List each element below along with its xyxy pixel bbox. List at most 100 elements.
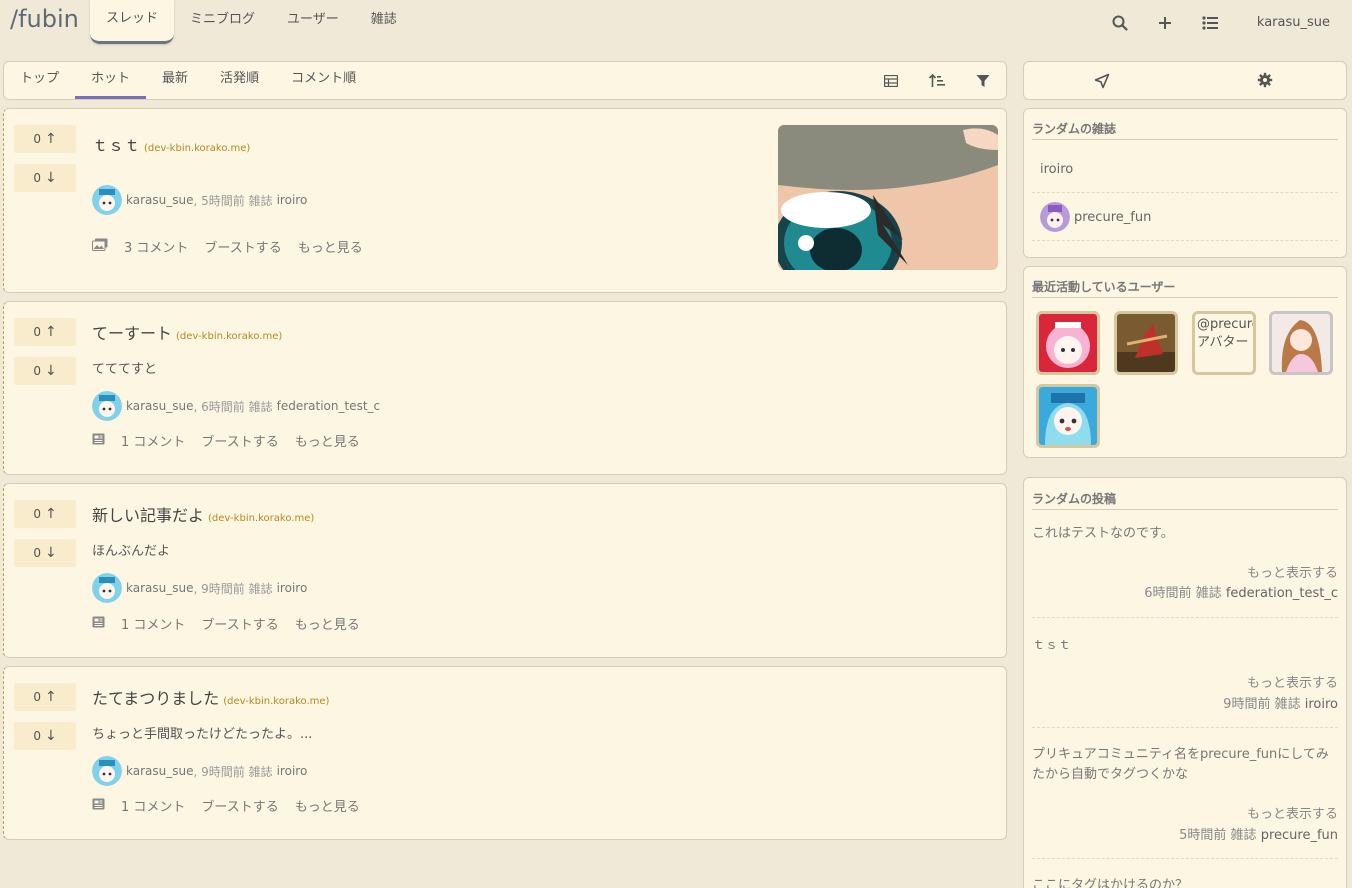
list-icon[interactable] [1188, 13, 1233, 32]
sort-tabs: トップ ホット 最新 活発順 コメント順 [4, 62, 1006, 99]
entry-magazine[interactable]: iroiro [277, 764, 308, 778]
sort-tab-commented[interactable]: コメント順 [275, 62, 372, 99]
magazine-item[interactable]: iroiro [1032, 147, 1338, 193]
boost-button[interactable]: ブーストする [201, 796, 278, 815]
nav-tab-magazines[interactable]: 雑誌 [355, 0, 413, 44]
nav-tab-users[interactable]: ユーザー [271, 0, 355, 44]
magazine-name[interactable]: precure_fun [1074, 210, 1151, 225]
magazine-avatar[interactable] [1040, 202, 1070, 232]
article-icon[interactable] [92, 616, 105, 632]
plus-icon[interactable] [1143, 13, 1188, 32]
post-time: 6時間前 [1144, 586, 1192, 601]
sort-tab-top[interactable]: トップ [4, 62, 75, 99]
filter-icon[interactable] [960, 73, 1006, 88]
search-icon[interactable] [1098, 13, 1143, 32]
boost-button[interactable]: ブーストする [204, 237, 281, 256]
post-magazine[interactable]: precure_fun [1261, 828, 1338, 843]
gear-icon[interactable] [1257, 72, 1277, 90]
user-avatar-tile-broken[interactable]: @precure アバター [1192, 311, 1256, 375]
more-button[interactable]: もっと見る [295, 796, 360, 815]
entry-title[interactable]: てーすート (dev-kbin.korako.me) [92, 320, 282, 344]
more-button[interactable]: もっと見る [295, 614, 360, 633]
user-avatar-tile[interactable] [1269, 311, 1333, 375]
post-time: 5時間前 [1179, 828, 1227, 843]
sort-tab-newest[interactable]: 最新 [146, 62, 204, 99]
arrow-down-icon: ↓ [44, 363, 57, 379]
boost-button[interactable]: ブーストする [201, 614, 278, 633]
comments-link[interactable]: 1 コメント [121, 431, 185, 450]
site-brand[interactable]: /fubin [10, 5, 79, 33]
entry-title[interactable]: 新しい記事だよ (dev-kbin.korako.me) [92, 502, 314, 526]
entry-magazine[interactable]: federation_test_c [277, 399, 381, 413]
table-icon[interactable] [868, 73, 914, 88]
entry-domain[interactable]: (dev-kbin.korako.me) [223, 696, 329, 707]
magazine-item[interactable]: precure_fun [1032, 194, 1338, 241]
user-avatar-tile[interactable] [1036, 311, 1100, 375]
avatar[interactable] [92, 185, 122, 215]
sort-tab-active[interactable]: 活発順 [204, 62, 275, 99]
entry-title[interactable]: たてまつりました (dev-kbin.korako.me) [92, 685, 329, 709]
post-text[interactable]: ここにタグはかけるのか？ [1032, 876, 1338, 888]
active-users-heading: 最近活動しているユーザー [1032, 278, 1338, 298]
user-avatar-tile[interactable] [1036, 384, 1100, 448]
entry-title[interactable]: ｔｓｔ (dev-kbin.korako.me) [92, 132, 250, 156]
nav-tab-microblog[interactable]: ミニブログ [174, 0, 271, 44]
avatar[interactable] [92, 756, 122, 786]
sort-tab-hot[interactable]: ホット [75, 62, 147, 99]
comments-link[interactable]: 3 コメント [124, 237, 188, 256]
entry-domain[interactable]: (dev-kbin.korako.me) [144, 143, 250, 154]
entry-meta: karasu_sue , 5時間前 雑誌 iroiro [92, 185, 307, 215]
post-magazine[interactable]: iroiro [1305, 697, 1338, 712]
divider [1032, 617, 1338, 618]
show-more-link[interactable]: もっと表示する [1247, 562, 1338, 581]
downvote-button[interactable]: 0 ↓ [14, 722, 76, 750]
entry-author[interactable]: karasu_sue [126, 581, 193, 595]
show-more-link[interactable]: もっと表示する [1247, 672, 1338, 691]
entry-thumbnail[interactable] [778, 125, 998, 270]
entry-actions: 1 コメント ブーストする もっと見る [92, 431, 376, 450]
article-icon[interactable] [92, 798, 105, 814]
user-avatar-tile[interactable] [1114, 311, 1178, 375]
post-text[interactable]: これはテストなのです。 [1032, 524, 1338, 544]
show-more-link[interactable]: もっと表示する [1247, 803, 1338, 822]
entry-author[interactable]: karasu_sue [126, 399, 193, 413]
sort-options-bar: トップ ホット 最新 活発順 コメント順 [3, 61, 1007, 100]
user-menu-link[interactable]: karasu_sue [1245, 15, 1342, 30]
sidebar-toolbar [1023, 61, 1347, 100]
entry-domain[interactable]: (dev-kbin.korako.me) [176, 331, 282, 342]
more-button[interactable]: もっと見る [298, 237, 363, 256]
downvote-button[interactable]: 0 ↓ [14, 164, 76, 192]
avatar[interactable] [92, 391, 122, 421]
send-icon[interactable] [1094, 73, 1114, 89]
post-magazine[interactable]: federation_test_c [1226, 586, 1338, 601]
more-button[interactable]: もっと見る [295, 431, 360, 450]
entry-author[interactable]: karasu_sue [126, 764, 193, 778]
downvote-button[interactable]: 0 ↓ [14, 357, 76, 385]
arrow-up-icon: ↑ [44, 689, 57, 705]
gallery-icon[interactable] [92, 238, 108, 255]
entry-body: ほんぶんだよ [92, 544, 171, 559]
post-text[interactable]: ｔｓｔ [1032, 636, 1338, 656]
post-meta: 5時間前 雑誌 precure_fun [1179, 824, 1338, 843]
article-icon[interactable] [92, 433, 105, 449]
upvote-button[interactable]: 0 ↑ [14, 683, 76, 711]
entry-magazine[interactable]: iroiro [277, 581, 308, 595]
upvote-button[interactable]: 0 ↑ [14, 500, 76, 528]
divider [1032, 727, 1338, 728]
entry-domain[interactable]: (dev-kbin.korako.me) [208, 513, 314, 524]
post-text[interactable]: プリキュアコミュニティ名をprecure_funにしてみたから自動でタグつくかな [1032, 745, 1338, 785]
avatar[interactable] [92, 573, 122, 603]
nav-tab-threads[interactable]: スレッド [90, 0, 175, 44]
magazine-name[interactable]: iroiro [1040, 162, 1073, 177]
entry-author[interactable]: karasu_sue [126, 193, 193, 207]
post-time: 9時間前 [1223, 697, 1271, 712]
upvote-button[interactable]: 0 ↑ [14, 125, 76, 153]
comments-link[interactable]: 1 コメント [121, 796, 185, 815]
comments-link[interactable]: 1 コメント [121, 614, 185, 633]
downvote-button[interactable]: 0 ↓ [14, 539, 76, 567]
upvote-button[interactable]: 0 ↑ [14, 318, 76, 346]
boost-button[interactable]: ブーストする [201, 431, 278, 450]
sort-icon[interactable] [914, 73, 960, 88]
entry-magazine[interactable]: iroiro [277, 193, 308, 207]
view-options [868, 62, 1006, 99]
